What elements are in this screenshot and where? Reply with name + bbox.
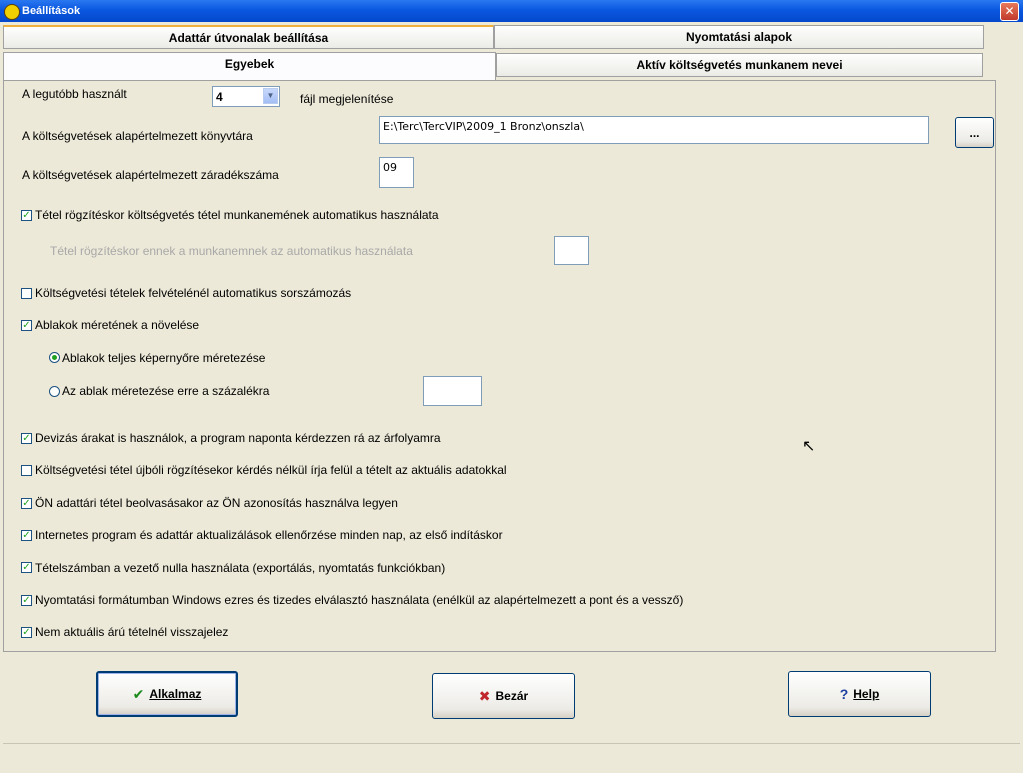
tab-label: Aktív költségvetés munkanem nevei bbox=[636, 58, 843, 72]
auto-workgroup-label: Tétel rögzítéskor költségvetés tétel mun… bbox=[35, 208, 439, 222]
tab-nyomtatasi-alapok[interactable]: Nyomtatási alapok bbox=[494, 25, 984, 49]
percent-label: Az ablak méretezése erre a százalékra bbox=[62, 384, 270, 398]
help-button[interactable]: ? Help bbox=[788, 671, 931, 717]
auto-numbering-label: Költségvetési tételek felvételénél autom… bbox=[35, 286, 352, 300]
not-current-price-checkbox[interactable]: ✓ bbox=[21, 627, 32, 638]
currency-checkbox[interactable]: ✓ bbox=[21, 433, 32, 444]
percent-input[interactable] bbox=[423, 376, 482, 406]
overwrite-label: Költségvetési tétel újbóli rögzítésekor … bbox=[35, 463, 507, 477]
browse-label: ... bbox=[969, 125, 980, 140]
default-folder-label: A költségvetések alapértelmezett könyvtá… bbox=[22, 129, 253, 143]
tab-adattar-utvonalak[interactable]: Adattár útvonalak beállítása bbox=[3, 25, 494, 49]
x-icon: ✖ bbox=[478, 687, 491, 704]
app-icon bbox=[4, 4, 20, 20]
on-id-label: ÖN adattári tétel beolvasásakor az ÖN az… bbox=[35, 496, 398, 510]
fullscreen-radio[interactable] bbox=[49, 352, 60, 363]
mouse-cursor-icon: ↖ bbox=[802, 438, 816, 455]
not-current-price-label: Nem aktuális árú tételnél visszajelez bbox=[35, 625, 229, 639]
leading-zero-checkbox[interactable]: ✓ bbox=[21, 562, 32, 573]
close-window-button[interactable]: ✕ bbox=[1000, 2, 1019, 21]
internet-update-label: Internetes program és adattár aktualizál… bbox=[35, 528, 503, 542]
on-id-checkbox[interactable]: ✓ bbox=[21, 498, 32, 509]
chevron-down-icon[interactable]: ▼ bbox=[263, 88, 278, 104]
default-folder-input[interactable]: E:\Terc\TercVIP\2009_1 Bronz\onszla\ bbox=[379, 116, 929, 144]
clause-number-label: A költségvetések alapértelmezett záradék… bbox=[22, 168, 279, 182]
recent-files-suffix: fájl megjelenítése bbox=[300, 92, 394, 106]
recent-files-select[interactable]: 4 ▼ bbox=[212, 86, 280, 107]
percent-radio[interactable] bbox=[49, 386, 60, 397]
apply-label: Alkalmaz bbox=[149, 687, 202, 701]
windows-separators-label: Nyomtatási formátumban Windows ezres és … bbox=[35, 593, 684, 607]
check-icon: ✔ bbox=[132, 685, 145, 702]
recent-files-label: A legutóbb használt bbox=[22, 87, 127, 101]
question-icon: ? bbox=[839, 686, 849, 702]
auto-workgroup-checkbox[interactable]: ✓ bbox=[21, 210, 32, 221]
currency-label: Devizás árakat is használok, a program n… bbox=[35, 431, 441, 445]
close-button[interactable]: ✖ Bezár bbox=[432, 673, 575, 719]
internet-update-checkbox[interactable]: ✓ bbox=[21, 530, 32, 541]
window-title: Beállítások bbox=[22, 5, 81, 17]
tab-egyebek[interactable]: Egyebek bbox=[3, 52, 496, 81]
tab-label: Adattár útvonalak beállítása bbox=[168, 31, 329, 45]
enlarge-windows-checkbox[interactable]: ✓ bbox=[21, 320, 32, 331]
status-bar bbox=[3, 743, 1020, 771]
apply-button[interactable]: ✔ Alkalmaz bbox=[96, 671, 238, 717]
windows-separators-checkbox[interactable]: ✓ bbox=[21, 595, 32, 606]
help-label: Help bbox=[853, 687, 880, 701]
leading-zero-label: Tételszámban a vezető nulla használata (… bbox=[35, 561, 446, 575]
enlarge-windows-label: Ablakok méretének a növelése bbox=[35, 318, 200, 332]
browse-folder-button[interactable]: ... bbox=[955, 117, 994, 148]
radio-dot bbox=[52, 355, 57, 360]
fullscreen-label: Ablakok teljes képernyőre méretezése bbox=[62, 351, 266, 365]
tab-label: Nyomtatási alapok bbox=[685, 30, 793, 44]
tab-label: Egyebek bbox=[224, 57, 275, 71]
recent-files-value: 4 bbox=[216, 90, 223, 104]
overwrite-checkbox[interactable] bbox=[21, 465, 32, 476]
close-label: Bezár bbox=[495, 689, 529, 703]
clause-number-input[interactable]: 09 bbox=[379, 157, 414, 188]
auto-workgroup-sub-input[interactable] bbox=[554, 236, 589, 265]
title-bar: Beállítások ✕ bbox=[0, 0, 1023, 22]
tab-aktiv-munkanem-nevei[interactable]: Aktív költségvetés munkanem nevei bbox=[496, 53, 983, 77]
auto-numbering-checkbox[interactable] bbox=[21, 288, 32, 299]
auto-workgroup-sub-label: Tétel rögzítéskor ennek a munkanemnek az… bbox=[50, 244, 413, 258]
